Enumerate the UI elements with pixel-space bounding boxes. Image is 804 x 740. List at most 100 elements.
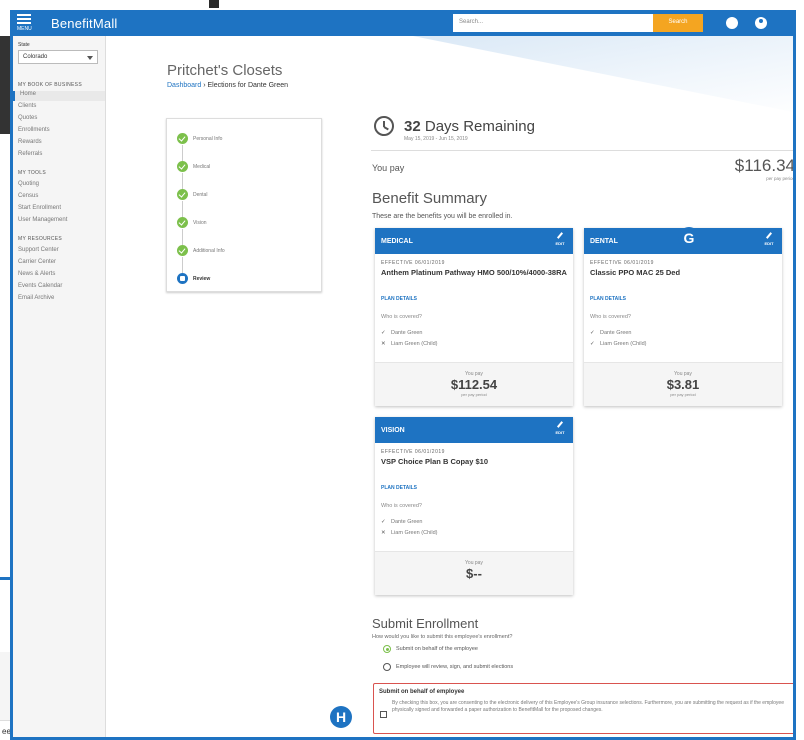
pencil-icon [556,421,564,428]
menu-button[interactable]: MENU [17,12,33,34]
enrollment-date-range: May 15, 2019 - Jun 15, 2019 [404,136,468,142]
consent-text: By checking this box, you are consenting… [392,700,784,713]
checkmark-icon [177,133,188,144]
plan-amount: $-- [466,566,482,581]
dental-plan-card: DENTAL EDIT EFFECTIVE 06/01/2019 Classic… [584,228,782,406]
step-connector [182,201,183,217]
submit-enrollment-title: Submit Enrollment [372,616,479,631]
search-input[interactable]: Search... [453,14,653,32]
sidebar-item-referrals[interactable]: Referrals [18,151,42,157]
per-pay-period: per pay period [461,392,487,397]
sidebar-item-support-center[interactable]: Support Center [18,247,59,253]
divider [371,150,793,151]
covered-member: ✓ Dante Green [590,330,632,336]
sidebar: State Colorado MY BOOK OF BUSINESS Home … [13,36,106,737]
close-icon: ✕ [381,530,386,536]
user-avatar-icon[interactable] [755,17,767,29]
card-footer: You pay $3.81 per pay period [584,362,782,406]
plan-amount: $112.54 [450,377,498,392]
per-pay-period: per pay period [670,392,696,397]
effective-date: EFFECTIVE 06/01/2019 [590,260,654,266]
plan-amount: $3.81 [666,377,700,392]
days-label: Days Remaining [424,118,535,135]
state-select[interactable]: Colorado [18,50,98,64]
step-label: Vision [193,220,207,226]
plan-details-link[interactable]: PLAN DETAILS [590,296,626,302]
checkmark-icon: ✓ [381,519,386,525]
sidebar-item-rewards[interactable]: Rewards [18,139,42,145]
menu-label: MENU [17,26,32,32]
radio-label: Submit on behalf of the employee [396,646,478,652]
plan-details-link[interactable]: PLAN DETAILS [381,296,417,302]
card-footer: You pay $-- [375,551,573,595]
step-label: Medical [193,164,211,170]
brand-logo[interactable]: BenefitMall [51,16,118,31]
radio-label: Employee will review, sign, and submit e… [396,664,514,670]
clock-icon [374,116,394,136]
hamburger-icon [17,18,31,20]
breadcrumb-current: Elections for Dante Green [207,82,289,89]
search-button[interactable]: Search [653,14,703,32]
edit-button[interactable]: EDIT [763,232,775,246]
sidebar-section-resources: MY RESOURCES [18,236,63,242]
you-pay-label: You pay [372,163,405,173]
covered-member: ✓ Dante Green [381,330,423,336]
step-label: Dental [193,192,208,198]
covered-member: ✕ Liam Green (Child) [381,530,438,536]
step-connector [182,145,183,161]
effective-date: EFFECTIVE 06/01/2019 [381,260,445,266]
pencil-icon [765,232,773,239]
who-covered-label: Who is covered? [590,314,631,320]
sidebar-item-clients[interactable]: Clients [18,103,36,109]
chat-icon[interactable] [726,17,738,29]
chevron-down-icon [87,56,93,60]
breadcrumb: Dashboard › Elections for Dante Green [167,82,288,89]
edit-label: EDIT [764,241,774,246]
checkmark-icon: ✓ [590,330,595,336]
sidebar-item-quotes[interactable]: Quotes [18,115,37,121]
plan-details-link[interactable]: PLAN DETAILS [381,485,417,491]
step-connector [182,229,183,245]
breadcrumb-dashboard-link[interactable]: Dashboard [167,82,201,89]
sidebar-item-quoting[interactable]: Quoting [18,181,39,187]
step-label: Additional Info [193,248,225,254]
card-header: MEDICAL EDIT [375,228,573,254]
sidebar-item-carrier-center[interactable]: Carrier Center [18,259,56,265]
benefit-summary-subtitle: These are the benefits you will be enrol… [372,213,513,220]
checkmark-icon [177,189,188,200]
medical-plan-card: MEDICAL EDIT EFFECTIVE 06/01/2019 Anthem… [375,228,573,406]
close-icon: ✕ [381,341,386,347]
sidebar-item-events-calendar[interactable]: Events Calendar [18,283,62,289]
radio-unselected-icon [383,663,391,671]
sidebar-item-census[interactable]: Census [18,193,38,199]
browser-window: MENU BenefitMall Search... Search State … [10,10,796,740]
edit-button[interactable]: EDIT [554,232,566,246]
consent-box: Submit on behalf of employee By checking… [373,683,793,734]
sidebar-item-email-archive[interactable]: Email Archive [18,295,54,301]
consent-checkbox[interactable] [380,711,387,718]
per-pay-period: per pay period [766,176,795,181]
edit-button[interactable]: EDIT [554,421,566,435]
pencil-icon [556,232,564,239]
edit-label: EDIT [555,241,565,246]
radio-selected-icon [383,645,391,653]
checkmark-icon [177,161,188,172]
submit-question: How would you like to submit this employ… [372,634,513,640]
vision-plan-card: VISION EDIT EFFECTIVE 06/01/2019 VSP Cho… [375,417,573,595]
sidebar-item-news-alerts[interactable]: News & Alerts [18,271,55,277]
days-remaining: 32 Days Remaining [404,118,535,135]
step-connector [182,257,183,273]
effective-date: EFFECTIVE 06/01/2019 [381,449,445,455]
sidebar-item-home[interactable]: Home [13,91,105,101]
card-header: VISION EDIT [375,417,573,443]
sidebar-item-user-management[interactable]: User Management [18,217,67,223]
step-label: Review [193,276,211,282]
breadcrumb-separator: › [203,82,206,89]
checkmark-icon [177,217,188,228]
covered-member: ✓ Dante Green [381,519,423,525]
plan-name: Anthem Platinum Pathway HMO 500/10%/4000… [381,268,567,277]
sidebar-item-start-enrollment[interactable]: Start Enrollment [18,205,61,211]
sidebar-item-enrollments[interactable]: Enrollments [18,127,50,133]
callout-marker-h: H [330,706,352,728]
card-title: MEDICAL [381,238,413,245]
